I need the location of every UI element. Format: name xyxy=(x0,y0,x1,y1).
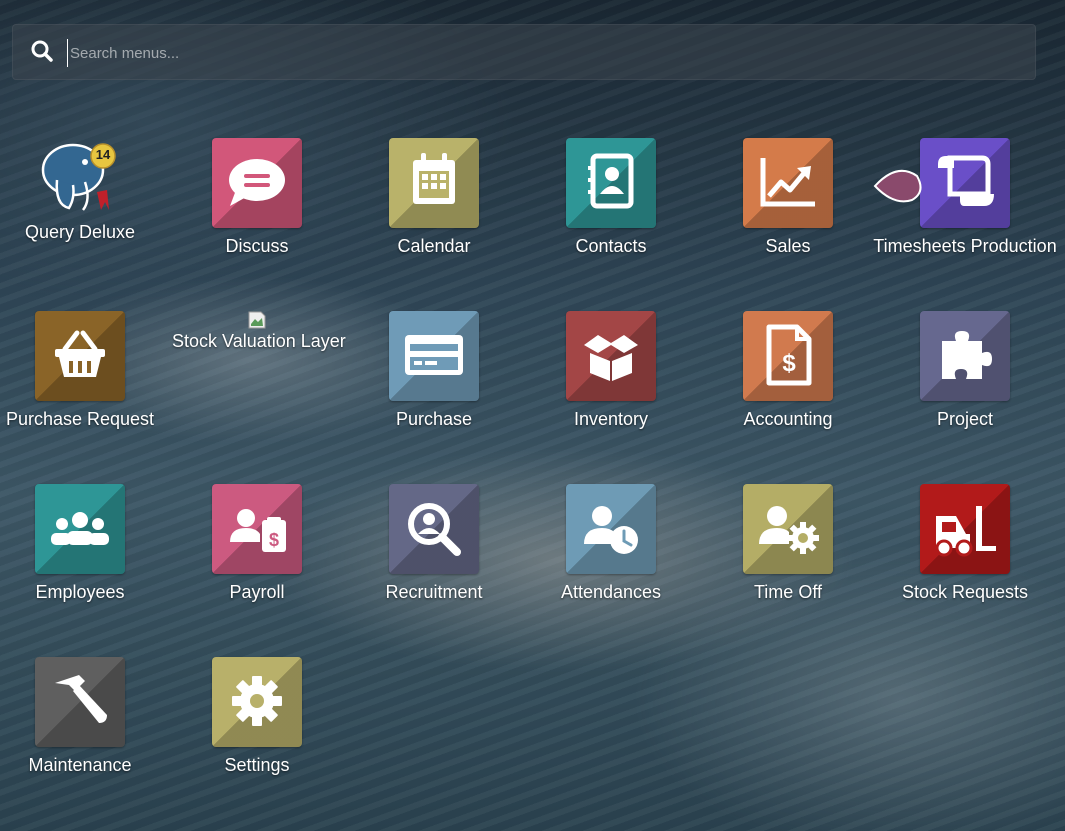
app-label: Settings xyxy=(224,755,290,775)
time-off-tile xyxy=(743,484,833,574)
app-timesheets-production[interactable]: Timesheets Production xyxy=(873,138,1057,256)
discuss-tile xyxy=(212,138,302,228)
app-label: Maintenance xyxy=(28,755,132,775)
purchase-tile xyxy=(389,311,479,401)
user-clock-icon xyxy=(584,506,638,554)
puzzle-piece-icon xyxy=(942,331,992,379)
search-icon xyxy=(31,40,53,62)
address-book-icon xyxy=(588,153,634,209)
svg-text:$: $ xyxy=(269,530,279,550)
app-project[interactable]: Project xyxy=(880,311,1050,429)
app-label: Attendances xyxy=(560,582,662,602)
app-time-off[interactable]: Time Off xyxy=(703,484,873,602)
app-label: Payroll xyxy=(229,582,285,602)
svg-text:$: $ xyxy=(782,350,796,377)
app-label: Accounting xyxy=(743,409,833,429)
droplet-icon xyxy=(873,169,922,203)
purchase-request-tile xyxy=(35,311,125,401)
open-box-icon xyxy=(584,335,638,381)
employees-tile xyxy=(35,484,125,574)
scroll-icon xyxy=(938,155,994,206)
timesheets-tile xyxy=(920,138,1010,228)
app-label: Purchase xyxy=(395,409,473,429)
badge: 14 xyxy=(95,147,111,162)
app-settings[interactable]: Settings xyxy=(172,657,342,775)
settings-tile xyxy=(212,657,302,747)
search-bar xyxy=(12,24,1036,80)
app-label: Inventory xyxy=(573,409,649,429)
app-stock-valuation-layer[interactable]: Stock Valuation Layer xyxy=(172,311,346,351)
app-purchase-request[interactable]: Purchase Request xyxy=(0,311,165,429)
app-label: Stock Valuation Layer xyxy=(172,331,346,351)
app-purchase[interactable]: Purchase xyxy=(349,311,519,429)
line-chart-icon xyxy=(760,158,815,207)
calendar-icon xyxy=(413,153,455,204)
app-maintenance[interactable]: Maintenance xyxy=(0,657,165,775)
payroll-tile: $ xyxy=(212,484,302,574)
stock-requests-tile xyxy=(920,484,1010,574)
app-employees[interactable]: Employees xyxy=(0,484,165,602)
magnifier-user-icon xyxy=(408,503,461,556)
user-payslip-icon: $ xyxy=(230,509,286,552)
app-sales[interactable]: Sales xyxy=(703,138,873,256)
inventory-tile xyxy=(566,311,656,401)
invoice-dollar-icon: $ xyxy=(766,324,812,386)
group-users-icon xyxy=(51,512,109,545)
accounting-tile: $ xyxy=(743,311,833,401)
app-attendances[interactable]: Attendances xyxy=(526,484,696,602)
recruitment-tile xyxy=(389,484,479,574)
app-label: Discuss xyxy=(225,236,289,256)
app-recruitment[interactable]: Recruitment xyxy=(349,484,519,602)
sales-tile xyxy=(743,138,833,228)
app-discuss[interactable]: Discuss xyxy=(172,138,342,256)
app-inventory[interactable]: Inventory xyxy=(526,311,696,429)
app-label: Timesheets Production xyxy=(873,236,1057,256)
app-label: Recruitment xyxy=(385,582,483,602)
hammer-icon xyxy=(55,675,107,723)
app-label: Contacts xyxy=(575,236,647,256)
app-accounting[interactable]: $ Accounting xyxy=(703,311,873,429)
app-stock-requests[interactable]: Stock Requests xyxy=(880,484,1050,602)
credit-card-icon xyxy=(405,335,463,375)
chat-bubble-icon xyxy=(229,159,285,206)
app-label: Purchase Request xyxy=(5,409,155,429)
app-query-deluxe[interactable]: 14 Query Deluxe xyxy=(0,140,165,242)
app-label: Project xyxy=(936,409,994,429)
app-calendar[interactable]: Calendar xyxy=(349,138,519,256)
app-payroll[interactable]: $ Payroll xyxy=(172,484,342,602)
maintenance-tile xyxy=(35,657,125,747)
broken-image-icon xyxy=(248,311,266,329)
app-label: Stock Requests xyxy=(901,582,1029,602)
contacts-tile xyxy=(566,138,656,228)
app-label: Sales xyxy=(765,236,811,256)
app-label: Time Off xyxy=(753,582,822,602)
basket-icon xyxy=(55,330,105,377)
user-gear-icon xyxy=(759,506,819,554)
search-input[interactable] xyxy=(67,39,1012,67)
calendar-tile xyxy=(389,138,479,228)
app-label: Query Deluxe xyxy=(24,222,136,242)
attendances-tile xyxy=(566,484,656,574)
forklift-icon xyxy=(935,506,996,557)
app-label: Calendar xyxy=(397,236,471,256)
gear-icon xyxy=(232,676,282,726)
app-label: Employees xyxy=(35,582,125,602)
app-contacts[interactable]: Contacts xyxy=(526,138,696,256)
postgresql-elephant-icon: 14 xyxy=(35,140,125,220)
project-tile xyxy=(920,311,1010,401)
